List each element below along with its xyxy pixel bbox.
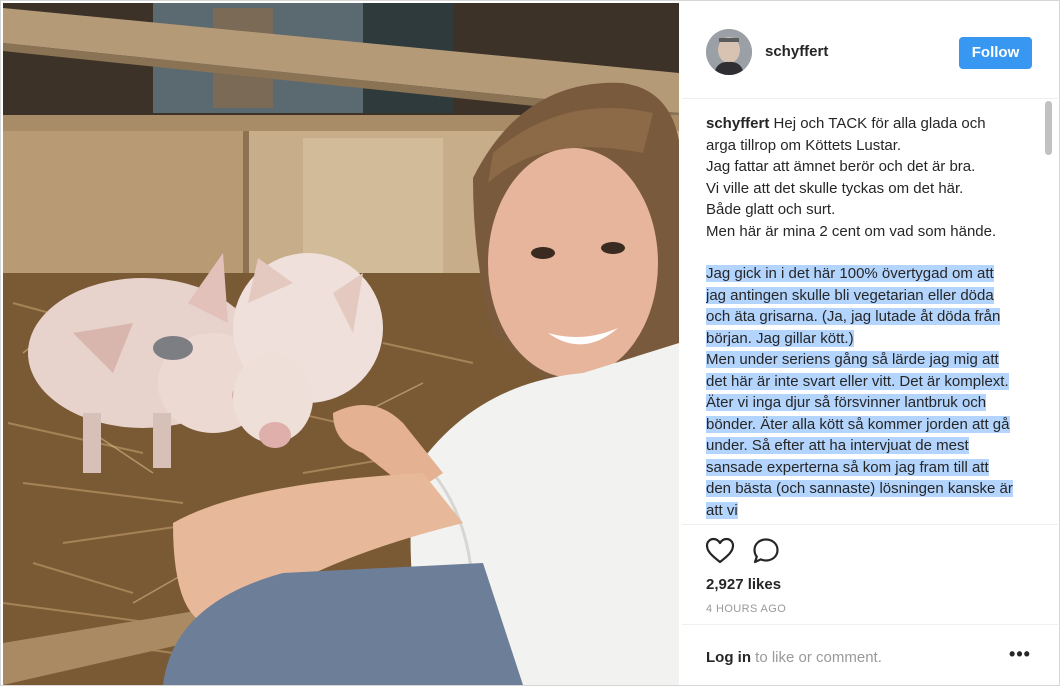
login-link[interactable]: Log in bbox=[706, 649, 751, 666]
username-link[interactable]: schyffert bbox=[765, 43, 828, 60]
caption-intro-text: Hej och TACK för alla glada och arga til… bbox=[706, 115, 997, 240]
login-text: Log in to like or comment. bbox=[706, 649, 882, 666]
caption-intro: schyffert Hej och TACK för alla glada oc… bbox=[706, 113, 1016, 242]
heart-icon[interactable] bbox=[705, 537, 735, 565]
more-options-button[interactable]: ••• bbox=[1009, 645, 1031, 667]
post-header: schyffert Follow bbox=[682, 3, 1058, 99]
scrollbar-thumb[interactable] bbox=[1045, 101, 1052, 155]
post-timestamp[interactable]: 4 HOURS AGO bbox=[706, 603, 786, 615]
instagram-post: schyffert Follow schyffert Hej och TACK … bbox=[0, 0, 1060, 686]
caption: schyffert Hej och TACK för alla glada oc… bbox=[706, 113, 1016, 523]
selected-caption-text: Jag gick in i det här 100% övertygad om … bbox=[706, 265, 1013, 519]
caption-highlighted: Jag gick in i det här 100% övertygad om … bbox=[706, 263, 1016, 521]
post-actions: 2,927 likes 4 HOURS AGO Log in to like o… bbox=[682, 524, 1058, 685]
comment-icon[interactable] bbox=[751, 537, 781, 565]
caption-username[interactable]: schyffert bbox=[706, 115, 769, 132]
likes-count[interactable]: 2,927 likes bbox=[706, 576, 781, 593]
avatar[interactable] bbox=[706, 29, 752, 75]
scrollbar[interactable] bbox=[1043, 99, 1054, 524]
follow-button[interactable]: Follow bbox=[959, 37, 1032, 69]
post-photo[interactable] bbox=[3, 3, 679, 685]
login-prompt: Log in to like or comment. ••• bbox=[682, 624, 1058, 686]
post-sidebar: schyffert Follow schyffert Hej och TACK … bbox=[682, 3, 1058, 685]
login-rest-text: to like or comment. bbox=[751, 649, 882, 666]
